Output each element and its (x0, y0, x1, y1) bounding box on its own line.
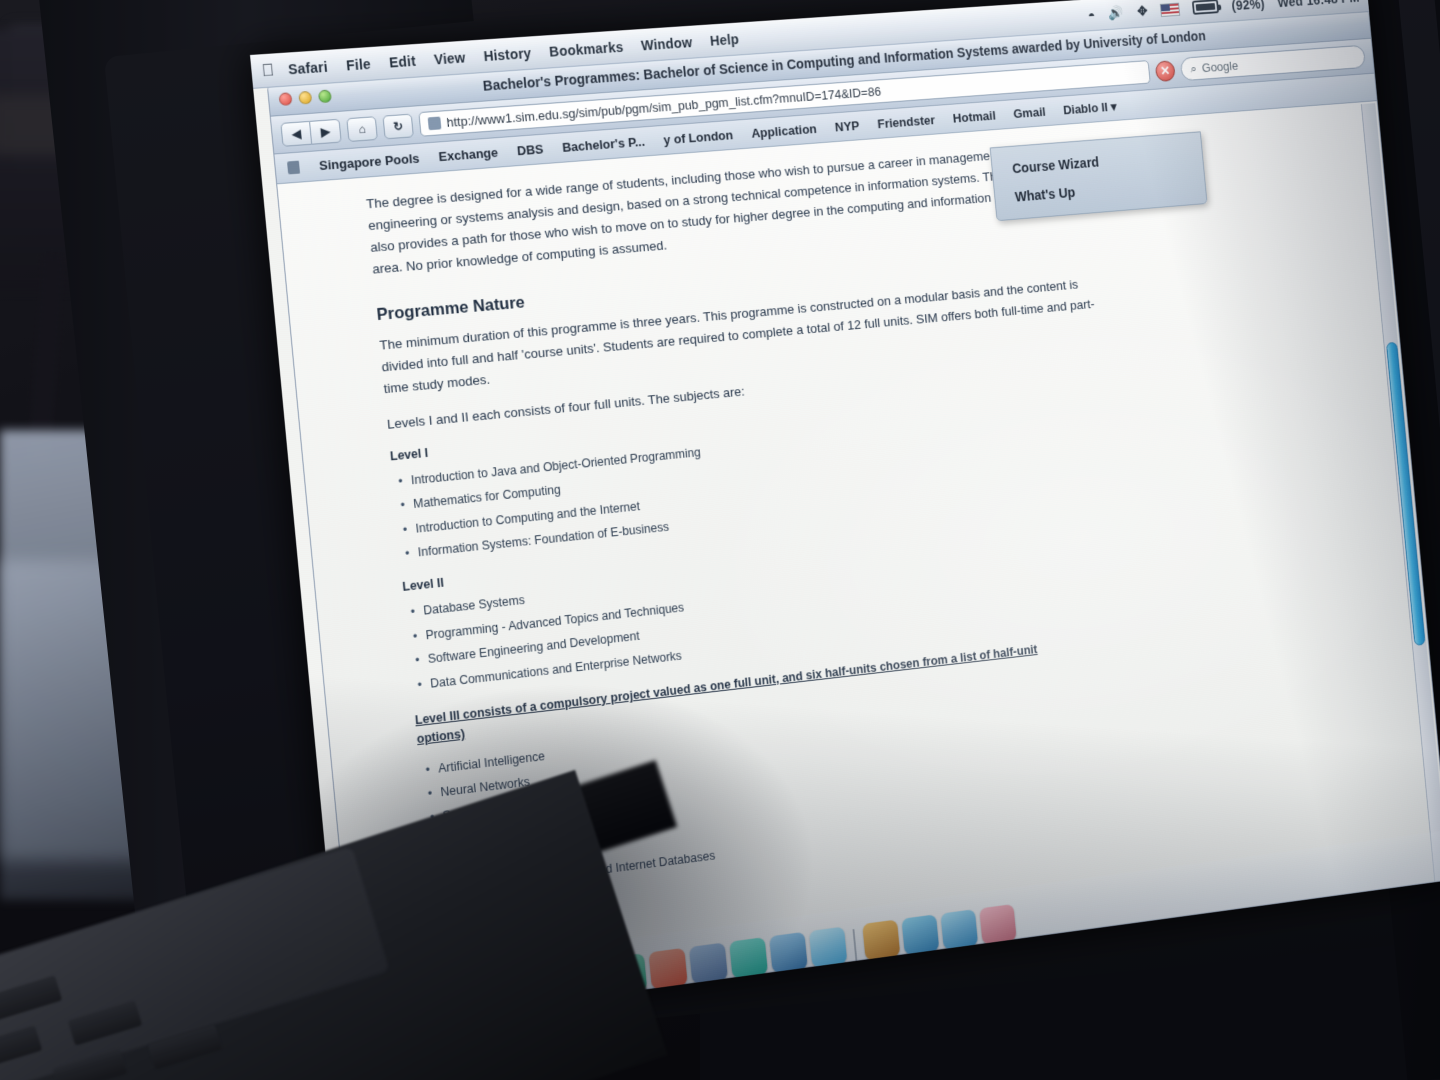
navigation-buttons: ◀ ▶ (280, 118, 342, 147)
menu-item-safari[interactable]: Safari (287, 58, 328, 77)
iphoto-icon[interactable] (648, 947, 688, 990)
word-icon[interactable] (862, 919, 901, 961)
search-placeholder: Google (1201, 58, 1239, 75)
system-preferences-icon[interactable] (940, 909, 979, 950)
bookmark-bachelors-p[interactable]: Bachelor's P... (562, 134, 646, 155)
bookmark-hotmail[interactable]: Hotmail (952, 108, 996, 125)
bookmark-y-of-london[interactable]: y of London (663, 128, 734, 148)
bookmark-friendster[interactable]: Friendster (877, 113, 936, 132)
bookmark-gmail[interactable]: Gmail (1013, 104, 1046, 121)
window-controls (278, 89, 332, 107)
photo-of-laptop-screen:  Safari File Edit View History Bookmark… (0, 0, 1440, 1080)
us-flag-icon[interactable] (1160, 2, 1181, 17)
close-button[interactable] (278, 92, 293, 107)
refresh-button[interactable]: ↻ (382, 113, 414, 139)
bookmark-application[interactable]: Application (751, 121, 818, 140)
preview-icon[interactable] (901, 914, 940, 956)
search-icon: ⌕ (1189, 60, 1198, 76)
bookmark-nyp[interactable]: NYP (834, 118, 860, 134)
bluetooth-icon[interactable]: ✥ (1136, 3, 1148, 20)
stop-loading-button[interactable]: ✕ (1154, 59, 1176, 82)
skype-icon[interactable] (808, 926, 848, 968)
minimize-button[interactable] (298, 90, 313, 105)
bookmark-singapore-pools[interactable]: Singapore Pools (318, 151, 420, 173)
bookmarks-book-icon[interactable] (286, 160, 301, 175)
battery-percent-label: (92%) (1230, 0, 1266, 13)
trash-icon[interactable] (979, 903, 1017, 945)
bookmark-exchange[interactable]: Exchange (438, 145, 499, 164)
home-button[interactable]: ⌂ (346, 115, 378, 142)
wifi-icon[interactable]: ◓ (1087, 7, 1096, 23)
dock-divider (852, 929, 858, 962)
menu-item-window[interactable]: Window (640, 34, 693, 53)
favicon (427, 116, 442, 131)
quicktime-icon[interactable] (688, 942, 729, 985)
menu-item-edit[interactable]: Edit (388, 52, 416, 70)
menu-item-file[interactable]: File (346, 55, 372, 72)
menu-item-view[interactable]: View (433, 49, 466, 67)
zoom-button[interactable] (317, 89, 332, 104)
volume-icon[interactable]: 🔊 (1108, 5, 1125, 22)
menu-bar-clock[interactable]: Wed 16:48 PM (1277, 0, 1360, 9)
bookmark-dbs[interactable]: DBS (516, 142, 544, 159)
apple-logo-icon[interactable]:  (261, 60, 276, 81)
menu-item-help[interactable]: Help (709, 31, 739, 48)
back-button[interactable]: ◀ (280, 120, 313, 147)
menu-item-bookmarks[interactable]: Bookmarks (549, 39, 624, 60)
battery-icon[interactable] (1192, 0, 1220, 15)
bookmark-diablo-ii[interactable]: Diablo II ▾ (1062, 99, 1117, 118)
messenger-icon[interactable] (729, 937, 769, 979)
firefox-icon[interactable] (769, 931, 808, 974)
forward-button[interactable]: ▶ (309, 118, 342, 145)
menu-item-history[interactable]: History (483, 45, 532, 64)
